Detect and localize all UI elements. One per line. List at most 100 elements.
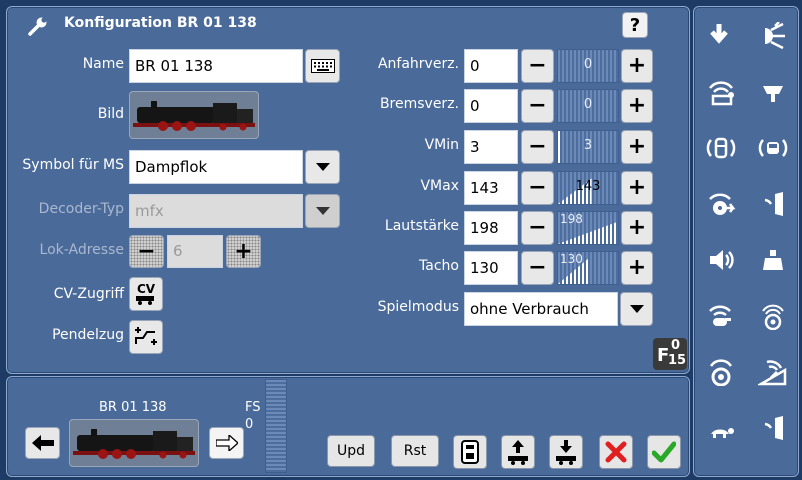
help-button[interactable]: ? xyxy=(622,12,648,38)
function-button-6[interactable] xyxy=(746,127,800,169)
param-label: Anfahrverz. xyxy=(377,56,459,72)
function-button-5[interactable] xyxy=(694,127,748,169)
param-value-field[interactable]: 130 xyxy=(464,251,518,285)
function-button-14[interactable] xyxy=(746,351,800,393)
plus-icon: + xyxy=(627,134,647,159)
function-button-15[interactable] xyxy=(694,407,748,449)
param-value-field[interactable]: 198 xyxy=(464,211,518,245)
param-slider-value: 0 xyxy=(583,97,593,112)
speaker-icon xyxy=(710,250,734,270)
cv-button-label: CV xyxy=(136,282,156,296)
param-plus-button[interactable]: + xyxy=(621,49,653,83)
symbol-dropdown-button[interactable] xyxy=(305,150,340,184)
function-button-1[interactable] xyxy=(694,15,748,57)
param-minus-button[interactable]: − xyxy=(521,130,554,164)
download-loco-button[interactable] xyxy=(549,435,583,469)
door-icon xyxy=(764,192,783,216)
cabin-sound-icon xyxy=(706,137,736,159)
function-button-12[interactable] xyxy=(746,295,800,337)
upd-label: Upd xyxy=(336,443,366,459)
speed-slider[interactable] xyxy=(265,379,287,473)
function-top: 0 xyxy=(671,338,681,353)
prev-loco-button[interactable] xyxy=(25,427,60,459)
loco-name: BR 01 138 xyxy=(99,400,167,415)
function-button-9[interactable] xyxy=(694,239,748,281)
rst-button[interactable]: Rst xyxy=(391,435,439,467)
locomotive-image xyxy=(73,429,195,459)
minus-icon: − xyxy=(528,93,547,118)
close-icon xyxy=(605,441,627,463)
plus-icon: + xyxy=(627,175,647,200)
locomotive-image xyxy=(133,101,255,131)
param-slider[interactable]: 143 xyxy=(557,171,619,205)
upd-button[interactable]: Upd xyxy=(327,435,375,467)
loco-image-button[interactable] xyxy=(129,91,259,139)
adresse-plus-button: + xyxy=(226,235,261,268)
function-button-2[interactable] xyxy=(746,15,800,57)
download-loco-icon xyxy=(556,440,576,465)
param-label: VMax xyxy=(420,178,459,194)
keyboard-button[interactable] xyxy=(305,49,340,83)
chevron-down-icon xyxy=(315,163,330,171)
upload-loco-button[interactable] xyxy=(501,435,535,469)
function-button-11[interactable] xyxy=(694,295,748,337)
param-plus-button[interactable]: + xyxy=(621,171,653,205)
shuttle-icon xyxy=(135,327,157,345)
pendelzug-button[interactable] xyxy=(129,320,163,354)
wifi-horn-icon xyxy=(709,81,734,106)
function-bottom: 15 xyxy=(668,353,687,368)
function-button-8[interactable] xyxy=(746,183,800,225)
param-plus-button[interactable]: + xyxy=(621,211,653,245)
plus-icon: + xyxy=(627,53,647,78)
chevron-down-icon xyxy=(315,207,330,215)
function-button-7[interactable] xyxy=(694,183,748,225)
bottom-bar: BR 01 138 FS 0 Upd Rst xyxy=(6,376,690,477)
param-value-field[interactable]: 143 xyxy=(464,171,518,205)
param-plus-button[interactable]: + xyxy=(621,251,653,285)
symbol-select[interactable]: Dampflok xyxy=(129,150,303,184)
ceiling-lamp-icon xyxy=(763,86,783,102)
current-loco-image[interactable] xyxy=(69,419,199,467)
param-slider[interactable]: 198 xyxy=(557,211,619,245)
param-minus-button[interactable]: − xyxy=(521,49,554,83)
param-slider[interactable]: 0 xyxy=(557,89,619,123)
decoder-read-button[interactable] xyxy=(453,435,487,469)
function-button-16[interactable] xyxy=(746,407,800,449)
param-value-field[interactable]: 0 xyxy=(464,49,518,83)
decoder-select: mfx xyxy=(129,194,303,228)
decoder-dropdown-button xyxy=(305,194,340,228)
param-slider[interactable]: 3 xyxy=(557,130,619,164)
param-value-field[interactable]: 0 xyxy=(464,89,518,123)
spielmodus-select[interactable]: ohne Verbrauch xyxy=(464,292,618,326)
plus-icon: + xyxy=(627,93,647,118)
param-plus-button[interactable]: + xyxy=(621,89,653,123)
param-plus-button[interactable]: + xyxy=(621,130,653,164)
confirm-button[interactable] xyxy=(647,435,681,469)
plus-icon: + xyxy=(234,238,253,264)
turtle-icon xyxy=(711,428,734,438)
coupler-ramp-icon xyxy=(758,360,787,386)
fs-value: 0 xyxy=(245,417,254,432)
param-minus-button[interactable]: − xyxy=(521,211,554,245)
function-button-13[interactable] xyxy=(694,351,748,393)
cancel-button[interactable] xyxy=(599,435,633,469)
param-minus-button[interactable]: − xyxy=(521,171,554,205)
param-slider[interactable]: 130 xyxy=(557,251,619,285)
param-value-field[interactable]: 3 xyxy=(464,130,518,164)
function-badge[interactable]: F 0 15 xyxy=(653,338,687,370)
param-minus-button[interactable]: − xyxy=(521,89,554,123)
param-minus-button[interactable]: − xyxy=(521,251,554,285)
name-field[interactable]: BR 01 138 xyxy=(129,49,303,83)
wifi-fan-icon xyxy=(709,193,736,215)
whistle-icon xyxy=(709,305,731,326)
next-loco-button[interactable] xyxy=(209,427,244,459)
function-button-4[interactable] xyxy=(746,71,800,113)
help-label: ? xyxy=(629,14,641,36)
param-slider[interactable]: 0 xyxy=(557,49,619,83)
function-button-3[interactable] xyxy=(694,71,748,113)
spielmodus-label: Spielmodus xyxy=(377,299,459,315)
cv-button[interactable]: CV xyxy=(129,277,163,311)
adresse-minus-button: − xyxy=(129,235,164,268)
spielmodus-dropdown-button[interactable] xyxy=(620,292,653,326)
function-button-10[interactable] xyxy=(746,239,800,281)
